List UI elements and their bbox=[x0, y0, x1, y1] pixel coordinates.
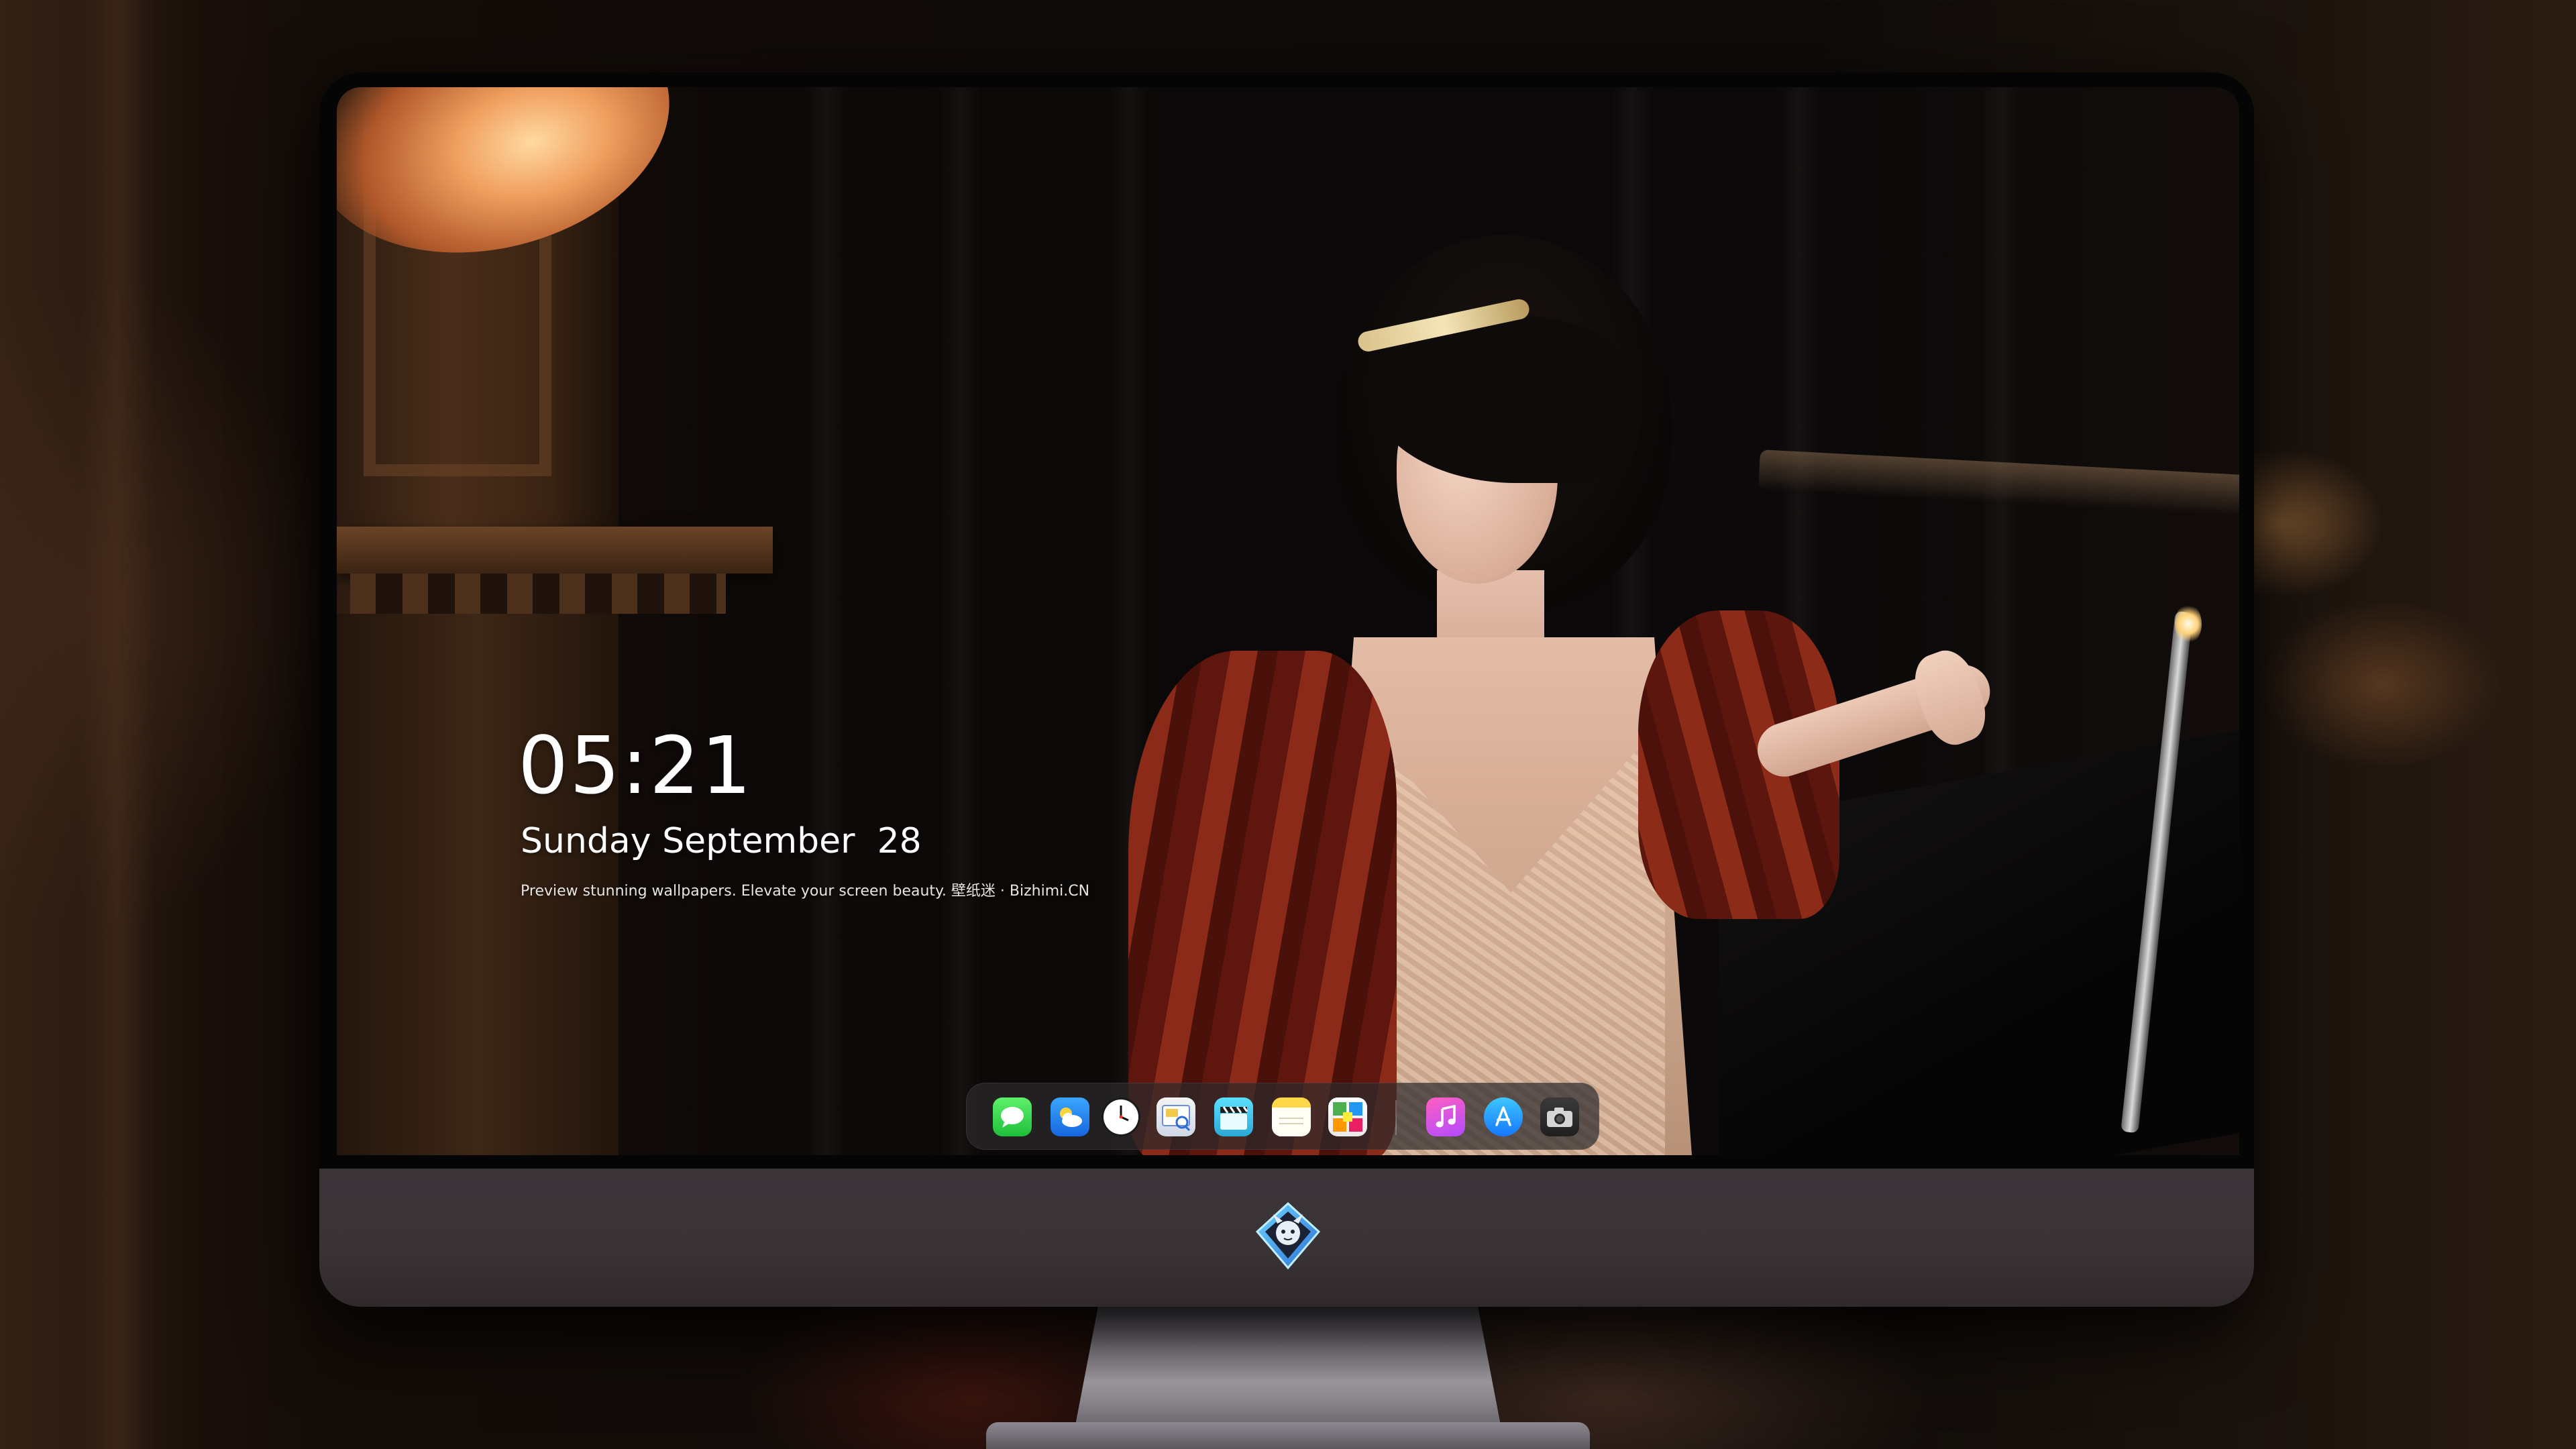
mantel-dentil bbox=[350, 574, 726, 614]
candle-flame bbox=[2175, 604, 2202, 644]
brand-logo-icon bbox=[1253, 1201, 1323, 1271]
mantel-shelf bbox=[337, 527, 773, 574]
messages-icon[interactable] bbox=[993, 1097, 1032, 1136]
lockscreen-time: 05:21 bbox=[518, 719, 753, 812]
monitor-stand-base bbox=[986, 1422, 1590, 1449]
lockscreen-tagline: Preview stunning wallpapers. Elevate you… bbox=[521, 883, 1090, 900]
dock bbox=[966, 1083, 1599, 1150]
notes-icon[interactable] bbox=[1272, 1097, 1311, 1136]
preview-icon[interactable] bbox=[1157, 1097, 1195, 1136]
screen bbox=[337, 87, 2239, 1155]
monitor-stand bbox=[1073, 1301, 1503, 1436]
wallpaper bbox=[337, 87, 2239, 1155]
music-icon[interactable] bbox=[1426, 1097, 1465, 1136]
curtain-fold bbox=[941, 87, 981, 1155]
clock-icon[interactable] bbox=[1102, 1097, 1140, 1136]
weather-icon[interactable] bbox=[1051, 1097, 1089, 1136]
dock-separator bbox=[1395, 1100, 1397, 1135]
camera-icon[interactable] bbox=[1540, 1097, 1579, 1136]
lockscreen-date: Sunday September 28 bbox=[521, 821, 922, 861]
velvet-sleeve-left bbox=[1128, 651, 1397, 1155]
curtain-fold bbox=[806, 87, 847, 1155]
photos-icon[interactable] bbox=[1328, 1097, 1367, 1136]
background-wall-stripe bbox=[80, 0, 154, 1449]
woman-figure bbox=[1021, 235, 1997, 1155]
clapperboard-icon[interactable] bbox=[1214, 1097, 1253, 1136]
app-store-icon[interactable] bbox=[1484, 1097, 1523, 1136]
background-wall bbox=[0, 0, 322, 1449]
